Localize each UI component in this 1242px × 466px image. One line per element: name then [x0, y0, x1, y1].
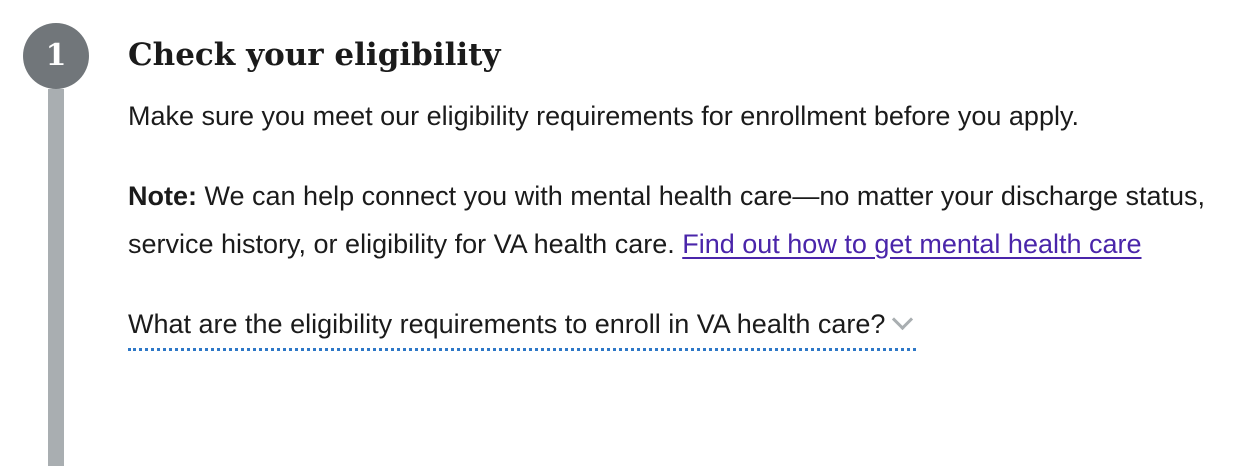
step-intro-text: Make sure you meet our eligibility requi…	[128, 101, 1079, 131]
step-content: Check your eligibility Make sure you mee…	[128, 30, 1233, 351]
step-progress-line	[48, 89, 64, 466]
note-label: Note:	[128, 181, 197, 211]
mental-health-care-link[interactable]: Find out how to get mental health care	[682, 229, 1141, 259]
note-paragraph: Note: We can help connect you with menta…	[128, 172, 1233, 268]
accordion-label: What are the eligibility requirements to…	[128, 309, 886, 339]
step-number-badge: 1	[23, 23, 89, 89]
eligibility-requirements-accordion[interactable]: What are the eligibility requirements to…	[128, 300, 917, 351]
step-title: Check your eligibility	[128, 37, 501, 73]
chevron-down-icon	[892, 308, 914, 331]
